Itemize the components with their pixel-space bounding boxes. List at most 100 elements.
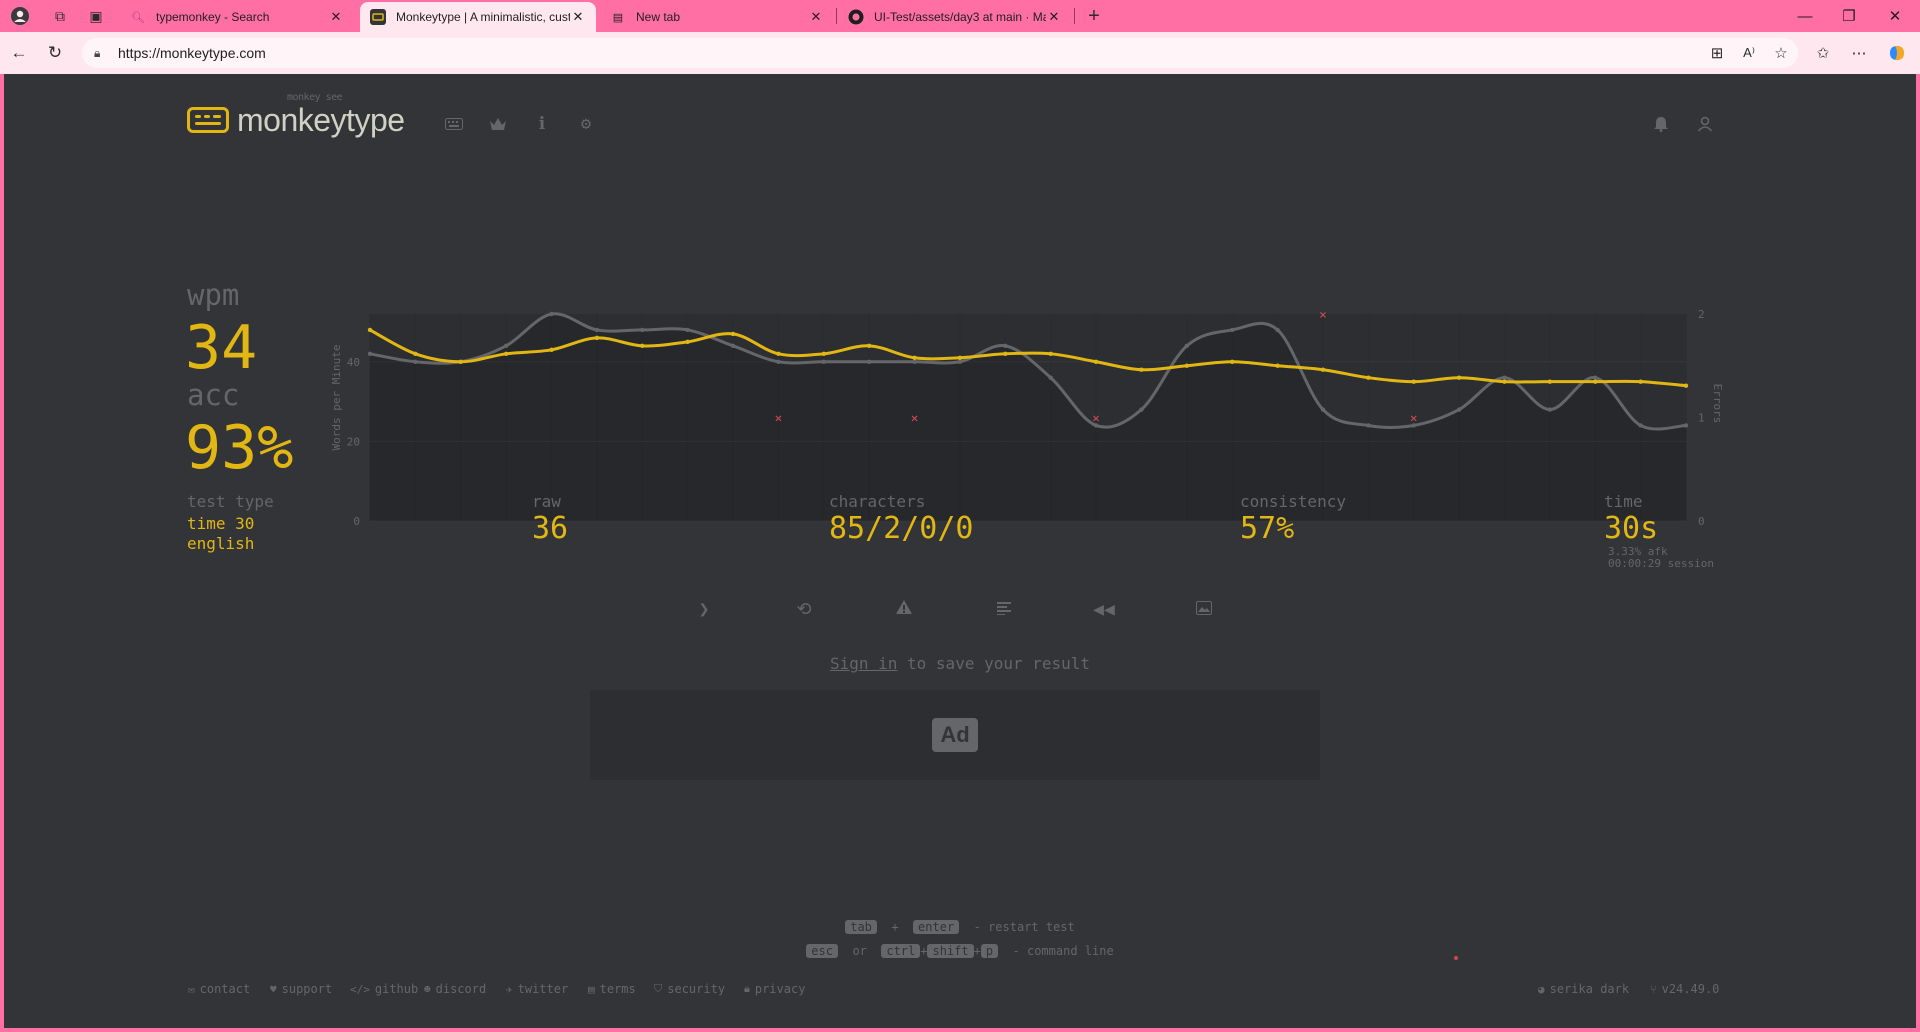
- backward-icon: ◀◀: [1093, 598, 1115, 620]
- wpm-point: [1547, 379, 1553, 384]
- footer-support[interactable]: ♥ support: [270, 982, 332, 996]
- new-tab-plus-icon[interactable]: +: [1080, 4, 1108, 28]
- footer-security[interactable]: ⛉ security: [654, 982, 725, 996]
- copilot-icon[interactable]: [1882, 39, 1912, 67]
- read-aloud-icon[interactable]: A⁾: [1734, 39, 1764, 67]
- tab-monkeytype[interactable]: Monkeytype | A minimalistic, cust ✕: [360, 2, 596, 32]
- tab-github[interactable]: UI-Test/assets/day3 at main · Man ✕: [838, 2, 1072, 32]
- close-icon[interactable]: ✕: [1046, 9, 1062, 25]
- raw-label: raw: [532, 492, 561, 511]
- footer-github[interactable]: </> github: [350, 982, 418, 996]
- sign-in-link[interactable]: Sign in: [830, 654, 897, 673]
- info-icon[interactable]: i: [530, 112, 554, 136]
- raw-point: [866, 359, 872, 364]
- envelope-icon: ✉: [188, 982, 195, 996]
- raw-point: [1366, 423, 1371, 428]
- footer-terms[interactable]: ▤ terms: [588, 982, 636, 996]
- x-tick-label: 9: [730, 532, 737, 534]
- footer-discord[interactable]: ☻ discord: [424, 982, 486, 996]
- raw-point: [1184, 343, 1190, 349]
- key-esc: esc: [806, 944, 838, 958]
- wpm-point: [912, 355, 917, 360]
- ad-badge: Ad: [932, 718, 978, 752]
- user-icon[interactable]: [1693, 112, 1717, 136]
- replay-button[interactable]: ◀◀: [1084, 594, 1124, 624]
- y-axis-label: Words per Minute: [330, 345, 343, 451]
- app-available-icon[interactable]: ⊞: [1702, 39, 1732, 67]
- wpm-point: [1502, 379, 1507, 384]
- x-tick-label: 1: [367, 532, 374, 534]
- test-type-language: english: [187, 534, 255, 553]
- error-marker: ×: [1092, 414, 1100, 425]
- gear-icon[interactable]: ⚙: [574, 112, 598, 136]
- raw-point: [912, 359, 917, 364]
- keyboard-icon[interactable]: [442, 112, 466, 136]
- session-text: 00:00:29 session: [1608, 557, 1714, 570]
- acc-value: 93%: [185, 413, 294, 483]
- back-arrow-icon[interactable]: ←: [4, 39, 34, 67]
- y2-tick-label: 0: [1698, 515, 1705, 528]
- consistency-value: 57%: [1240, 511, 1295, 546]
- footer-version[interactable]: ⑂ v24.49.0: [1650, 982, 1719, 996]
- next-test-button[interactable]: ❯: [684, 594, 724, 624]
- x-tick-label: 10: [772, 532, 785, 534]
- raw-point: [1547, 407, 1553, 412]
- x-tick-label: 3: [457, 532, 464, 534]
- vertical-tabs-icon[interactable]: ▣: [82, 4, 110, 28]
- raw-point: [1456, 407, 1462, 412]
- wpm-point: [1048, 351, 1053, 357]
- x-tick-label: 17: [1089, 532, 1102, 534]
- minimize-icon[interactable]: —: [1782, 0, 1828, 32]
- y2-axis-label: Errors: [1711, 384, 1724, 424]
- close-window-icon[interactable]: ✕: [1872, 0, 1918, 32]
- footer-contact[interactable]: ✉ contact: [188, 982, 250, 996]
- x-tick-label: 26: [1498, 532, 1511, 534]
- refresh-icon[interactable]: ↻: [40, 39, 70, 67]
- tab-search[interactable]: 🔍︎ typemonkey - Search ✕: [120, 2, 354, 32]
- raw-point: [413, 359, 418, 364]
- y2-tick-label: 2: [1698, 308, 1705, 321]
- shield-icon: ⛉: [654, 982, 663, 995]
- wpm-point: [549, 347, 554, 353]
- close-icon[interactable]: ✕: [570, 9, 586, 25]
- raw-point: [1139, 407, 1144, 412]
- crown-icon[interactable]: [486, 112, 510, 136]
- x-tick-label: 4: [503, 532, 510, 534]
- raw-point: [594, 327, 600, 333]
- footer-twitter[interactable]: ✈ twitter: [506, 982, 568, 996]
- screenshot-button[interactable]: [1184, 594, 1224, 624]
- logo-text: monkey see monkeytype: [237, 91, 405, 138]
- chevron-right-icon: ❯: [698, 598, 710, 620]
- ad-placeholder[interactable]: Ad: [590, 690, 1320, 780]
- x-tick-label: 24: [1407, 532, 1421, 534]
- raw-point: [821, 359, 826, 364]
- favorites-icon[interactable]: ✩: [1808, 39, 1838, 67]
- raw-point: [503, 343, 509, 349]
- x-tick-label: 27: [1543, 532, 1556, 534]
- bell-icon[interactable]: [1649, 112, 1673, 136]
- monkeytype-page: monkey see monkeytype i ⚙ wpm 34 acc 93%…: [4, 74, 1916, 1028]
- key-tab: tab: [845, 920, 877, 934]
- close-icon[interactable]: ✕: [328, 9, 344, 25]
- y2-tick-label: 1: [1698, 412, 1705, 425]
- words-history-button[interactable]: [984, 594, 1024, 624]
- raw-point: [1502, 375, 1507, 380]
- favorite-star-icon[interactable]: ☆: [1766, 39, 1796, 67]
- tab-new-tab[interactable]: ▤ New tab ✕: [600, 2, 834, 32]
- workspaces-icon[interactable]: ⧉: [46, 4, 74, 28]
- restore-icon[interactable]: ❐: [1826, 0, 1872, 32]
- close-icon[interactable]: ✕: [808, 9, 824, 25]
- footer-theme[interactable]: ◕ serika dark: [1538, 982, 1629, 996]
- command-line-hint: esc or ctrl + shift + p - command line: [4, 944, 1916, 958]
- logo[interactable]: monkey see monkeytype: [187, 91, 405, 140]
- wpm-point: [367, 327, 373, 333]
- key-p: p: [980, 944, 999, 958]
- more-menu-icon[interactable]: ⋯: [1844, 39, 1874, 67]
- address-bar[interactable]: 🔒︎ https://monkeytype.com: [82, 38, 1798, 68]
- document-icon: ▤: [588, 982, 595, 996]
- restart-button[interactable]: ⟲: [784, 594, 824, 624]
- practice-missed-button[interactable]: [884, 594, 924, 624]
- profile-icon[interactable]: [6, 4, 34, 28]
- acc-label: acc: [187, 378, 240, 412]
- footer-privacy[interactable]: 🔒︎ privacy: [744, 982, 805, 996]
